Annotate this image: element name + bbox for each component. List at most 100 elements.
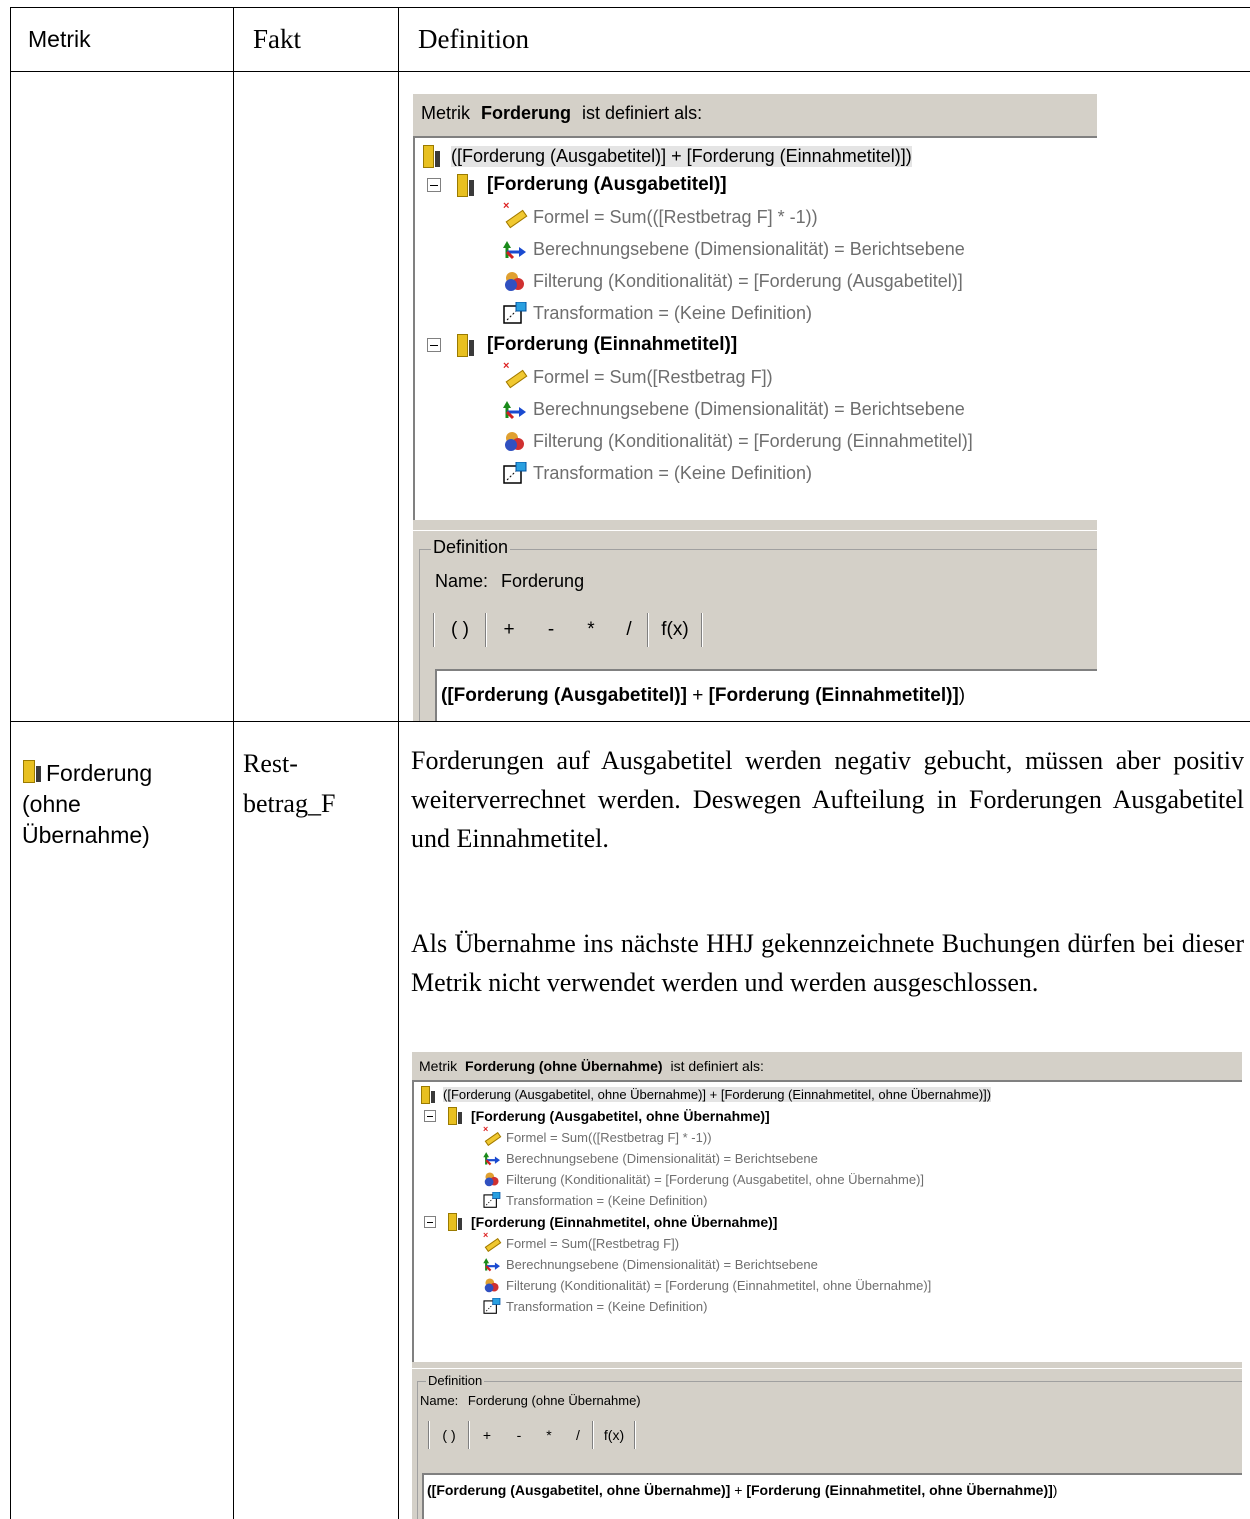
formula-operator: + (730, 1482, 747, 1498)
metric-icon (421, 1086, 437, 1104)
transformation-icon (483, 1298, 501, 1314)
tree-node-ausgabetitel[interactable]: [Forderung (Ausgabetitel)] (427, 174, 727, 197)
fact-line-2: betrag_F (243, 789, 336, 818)
formula-operand-1: ([Forderung (Ausgabetitel)] (441, 685, 687, 706)
tree-leaf-transformation[interactable]: Transformation = (Keine Definition) (503, 302, 812, 324)
divide-button[interactable]: / (564, 1427, 592, 1443)
formula-editor[interactable]: ([Forderung (Ausgabetitel, ohne Übernahm… (422, 1473, 1242, 1519)
minus-button[interactable]: - (504, 1427, 534, 1443)
tree-leaf-label: Berechnungsebene (Dimensionalität) = Ber… (533, 238, 965, 259)
parentheses-button[interactable]: ( ) (435, 619, 485, 641)
function-button[interactable]: f(x) (594, 1427, 634, 1443)
definition-tree[interactable]: ([Forderung (Ausgabetitel, ohne Übernahm… (412, 1080, 1242, 1363)
tree-root-label: ([Forderung (Ausgabetitel)] + [Forderung… (451, 145, 912, 167)
tree-root-node[interactable]: ([Forderung (Ausgabetitel, ohne Übernahm… (421, 1086, 992, 1104)
definition-legend: Definition (431, 537, 511, 558)
fact-line-1: Rest- (243, 749, 298, 778)
tree-leaf-label: Berechnungsebene (Dimensionalität) = Ber… (506, 1256, 818, 1272)
transformation-icon (503, 462, 527, 484)
plus-button[interactable]: + (470, 1427, 504, 1443)
tree-leaf-formel[interactable]: × Formel = Sum(([Restbetrag F] * -1)) (483, 1124, 712, 1147)
tree-node-label: [Forderung (Einnahmetitel, ohne Übernahm… (471, 1213, 778, 1230)
tree-leaf-label: Transformation = (Keine Definition) (533, 462, 812, 483)
formula-close: ) (958, 685, 966, 706)
multiply-button[interactable]: * (571, 619, 611, 641)
collapse-icon[interactable] (424, 1109, 436, 1122)
tree-leaf-formel[interactable]: × Formel = Sum([Restbetrag F]) (503, 360, 773, 389)
tree-leaf-label: Filterung (Konditionalität) = [Forderung… (506, 1277, 932, 1293)
tree-leaf-formel[interactable]: × Formel = Sum([Restbetrag F]) (483, 1230, 680, 1253)
tree-leaf-filter[interactable]: Filterung (Konditionalität) = [Forderung… (483, 1171, 924, 1187)
multiply-button[interactable]: * (534, 1427, 564, 1443)
table-column-divider-2 (398, 7, 399, 1519)
tree-leaf-transformation[interactable]: Transformation = (Keine Definition) (483, 1298, 707, 1314)
dimensionality-icon (483, 1256, 501, 1272)
minus-button[interactable]: - (531, 619, 571, 641)
formula-icon: × (503, 360, 528, 389)
parentheses-button[interactable]: ( ) (430, 1427, 468, 1443)
dimensionality-icon (483, 1150, 501, 1166)
header-prefix: Metrik (419, 1058, 458, 1074)
tree-leaf-label: Transformation = (Keine Definition) (506, 1192, 708, 1208)
name-label: Name: (435, 571, 489, 591)
tree-node-einnahmetitel[interactable]: [Forderung (Einnahmetitel)] (427, 334, 738, 357)
tree-leaf-berechnung[interactable]: Berechnungsebene (Dimensionalität) = Ber… (483, 1256, 818, 1272)
plus-button[interactable]: + (487, 619, 531, 641)
tree-leaf-filter[interactable]: Filterung (Konditionalität) = [Forderung… (503, 430, 973, 452)
tree-node-einnahmetitel[interactable]: [Forderung (Einnahmetitel, ohne Übernahm… (424, 1213, 778, 1231)
tree-leaf-filter[interactable]: Filterung (Konditionalität) = [Forderung… (503, 270, 963, 292)
table-row-divider (10, 721, 1250, 722)
collapse-icon[interactable] (424, 1215, 436, 1228)
operator-toolbar: ( ) + - * / f(x) (428, 1421, 1242, 1449)
metric-icon (448, 1107, 464, 1125)
splitter[interactable] (413, 520, 1097, 530)
tree-node-ausgabetitel[interactable]: [Forderung (Ausgabetitel, ohne Übernahme… (424, 1107, 770, 1125)
name-value: Forderung (501, 571, 585, 591)
tree-leaf-transformation[interactable]: Transformation = (Keine Definition) (483, 1192, 707, 1208)
filter-icon (503, 430, 527, 452)
metric-editor-screenshot-forderung-ohne-uebernahme: Metrik Forderung (ohne Übernahme) ist de… (412, 1052, 1242, 1519)
function-button[interactable]: f(x) (649, 619, 701, 641)
name-row: Name: Forderung (435, 571, 584, 592)
metric-name-cell: Forderung (ohne Übernahme) (22, 758, 152, 851)
tree-root-label: ([Forderung (Ausgabetitel, ohne Übernahm… (443, 1087, 992, 1102)
tree-node-label: [Forderung (Einnahmetitel)] (487, 334, 738, 355)
definition-paragraph-1: Forderungen auf Ausgabetitel werden nega… (411, 746, 1244, 853)
definition-legend: Definition (426, 1373, 485, 1388)
collapse-icon[interactable] (427, 338, 441, 352)
tree-leaf-label: Transformation = (Keine Definition) (533, 302, 812, 323)
collapse-icon[interactable] (427, 178, 441, 192)
fact-cell: Rest- betrag_F (243, 744, 335, 824)
tree-node-label: [Forderung (Ausgabetitel, ohne Übernahme… (471, 1107, 770, 1124)
tree-leaf-transformation[interactable]: Transformation = (Keine Definition) (503, 462, 812, 484)
header-suffix: ist definiert als: (582, 103, 703, 123)
filter-icon (483, 1171, 501, 1187)
table-border-top (10, 7, 1250, 8)
tree-root-node[interactable]: ([Forderung (Ausgabetitel)] + [Forderung… (423, 145, 912, 168)
column-header-metrik: Metrik (28, 25, 91, 52)
header-prefix: Metrik (421, 103, 470, 123)
tree-leaf-label: Formel = Sum(([Restbetrag F] * -1)) (506, 1129, 712, 1145)
metric-icon (22, 760, 44, 783)
tree-leaf-berechnung[interactable]: Berechnungsebene (Dimensionalität) = Ber… (483, 1150, 818, 1166)
formula-icon: × (483, 1230, 502, 1253)
column-header-definition: Definition (418, 23, 529, 54)
metric-icon (457, 334, 477, 357)
metric-icon (423, 145, 443, 168)
tree-leaf-label: Filterung (Konditionalität) = [Forderung… (533, 270, 963, 291)
tree-leaf-berechnung[interactable]: Berechnungsebene (Dimensionalität) = Ber… (503, 398, 965, 420)
tree-leaf-label: Transformation = (Keine Definition) (506, 1298, 708, 1314)
formula-close: ) (1052, 1482, 1058, 1498)
tree-leaf-berechnung[interactable]: Berechnungsebene (Dimensionalität) = Ber… (503, 238, 965, 260)
definition-paragraph-2: Als Übernahme ins nächste HHJ gekennzeic… (411, 929, 1244, 997)
column-header-fakt: Fakt (253, 23, 302, 54)
formula-editor[interactable]: ([Forderung (Ausgabetitel)] + [Forderung… (435, 669, 1097, 721)
divide-button[interactable]: / (611, 619, 647, 641)
definition-tree[interactable]: ([Forderung (Ausgabetitel)] + [Forderung… (413, 136, 1097, 521)
tree-leaf-formel[interactable]: × Formel = Sum(([Restbetrag F] * -1)) (503, 200, 818, 229)
tree-leaf-filter[interactable]: Filterung (Konditionalität) = [Forderung… (483, 1277, 931, 1293)
formula-operator: + (686, 685, 709, 706)
tree-leaf-label: Filterung (Konditionalität) = [Forderung… (506, 1171, 925, 1187)
tree-leaf-label: Formel = Sum([Restbetrag F]) (506, 1235, 680, 1251)
formula-operand-1: ([Forderung (Ausgabetitel, ohne Übernahm… (427, 1482, 731, 1498)
